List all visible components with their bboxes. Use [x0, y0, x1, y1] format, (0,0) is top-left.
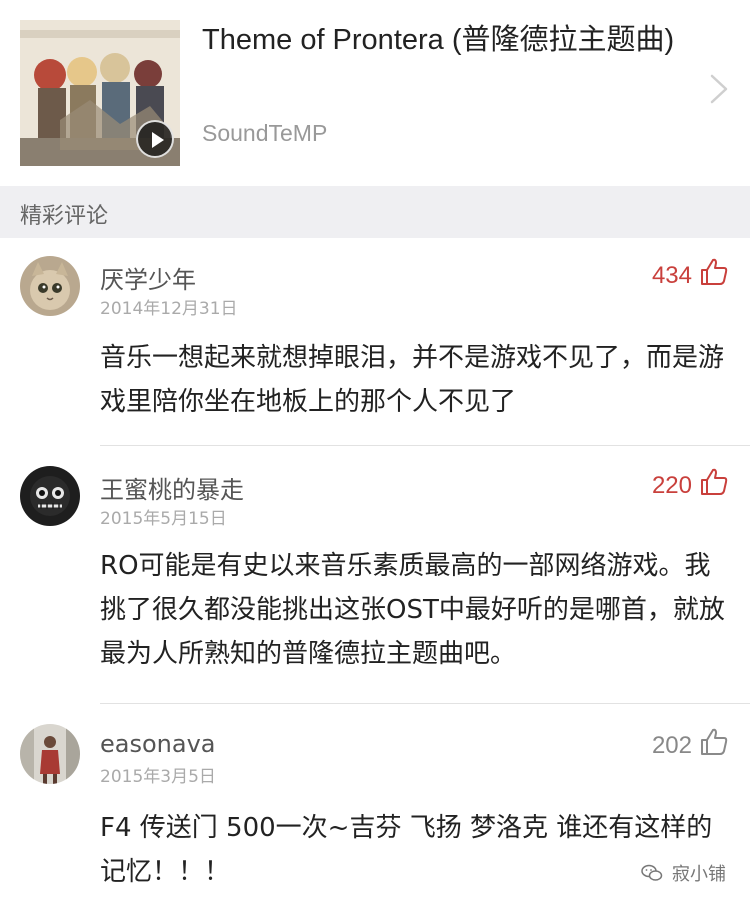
comment-date: 2015年3月5日	[100, 767, 216, 787]
comment-item: 厌学少年 2014年12月31日 434 音乐一想起来就想掉眼泪，并不是游戏不见…	[0, 238, 750, 446]
section-title: 精彩评论	[20, 204, 109, 229]
avatar[interactable]	[20, 724, 80, 784]
comment-text: RO可能是有史以来音乐素质最高的一部网络游戏。我挑了很久都没能挑出这张OST中最…	[100, 551, 725, 669]
avatar[interactable]	[20, 466, 80, 526]
section-header: 精彩评论	[0, 186, 750, 238]
song-title[interactable]: Theme of Prontera (普隆德拉主题曲)	[202, 20, 682, 60]
thumbs-up-icon[interactable]	[698, 256, 730, 288]
chevron-right-icon[interactable]	[708, 72, 730, 106]
comment-username[interactable]: 王蜜桃的暴走	[100, 470, 244, 505]
comment-item: 王蜜桃的暴走 2015年5月15日 220 RO可能是有史以来音乐素质最高的一部…	[0, 446, 750, 704]
wechat-icon	[641, 864, 663, 881]
like-count: 220	[651, 472, 692, 499]
comment-username[interactable]: 厌学少年	[100, 260, 196, 295]
like-count: 202	[651, 732, 692, 759]
comment-date: 2015年5月15日	[100, 509, 227, 529]
avatar[interactable]	[20, 256, 80, 316]
comment-text: 音乐一想起来就想掉眼泪，并不是游戏不见了，而是游戏里陪你坐在地板上的那个人不见了	[100, 343, 725, 417]
comment-username[interactable]: easonava	[100, 730, 216, 758]
song-artist[interactable]: SoundTeMP	[202, 120, 327, 147]
like-count: 434	[651, 262, 692, 289]
comment-text: F4 传送门 500一次~吉芬 飞扬 梦洛克 谁还有这样的记忆！！！	[100, 813, 713, 887]
comment-date: 2014年12月31日	[100, 299, 238, 319]
thumbs-up-icon[interactable]	[698, 726, 730, 758]
comment-item: easonava 2015年3月5日 202 F4 传送门 500一次~吉芬 飞…	[0, 704, 750, 907]
watermark-text: 寂小铺	[672, 864, 726, 885]
watermark: 寂小铺	[640, 858, 726, 888]
play-button[interactable]	[136, 120, 174, 158]
song-card[interactable]: Theme of Prontera (普隆德拉主题曲) SoundTeMP	[0, 0, 750, 186]
thumbs-up-icon[interactable]	[698, 466, 730, 498]
